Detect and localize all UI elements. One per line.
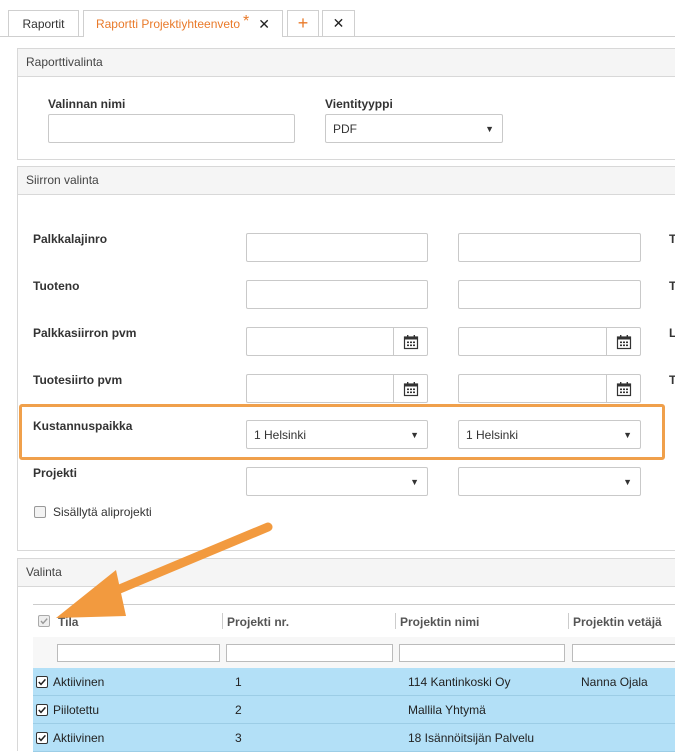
annotation-arrow-icon bbox=[56, 522, 273, 618]
